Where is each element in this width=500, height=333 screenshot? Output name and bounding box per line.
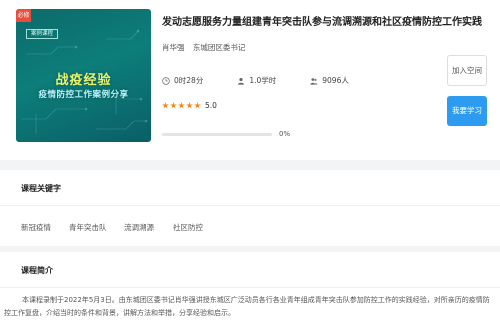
thumbnail-subtitle: 疫情防控工作案例分享 (38, 90, 129, 100)
teacher-info: 肖华强 东城团区委书记 (162, 42, 251, 53)
user-icon (238, 77, 245, 85)
required-corner-label: 必修 (16, 9, 31, 22)
star-icon (170, 102, 177, 109)
star-icon (186, 102, 193, 109)
keyword-tag[interactable]: 社区防控 (173, 222, 203, 233)
star-icon (178, 102, 185, 109)
course-title: 发动志愿服务力量组建青年突击队参与流调溯源和社区疫情防控工作实践 (162, 17, 482, 28)
people-icon (310, 77, 318, 85)
case-course-badge: 案例课程 (26, 29, 58, 39)
credits-value: 1.0学时 (249, 76, 277, 85)
keywords-header: 课程关键字 (0, 170, 500, 206)
progress-bar (162, 133, 272, 136)
progress-percent: 0% (279, 130, 291, 138)
duration-value: 0时28分 (174, 76, 204, 85)
learners-stat: 9096人 (310, 75, 349, 86)
course-thumbnail[interactable]: 必修 案例课程 战疫经验 疫情防控工作案例分享 (16, 9, 151, 142)
intro-title: 课程简介 (21, 266, 53, 275)
teacher-org: 东城团区委书记 (192, 43, 246, 52)
learners-value: 9096人 (322, 76, 349, 85)
credits-stat: 1.0学时 (237, 75, 276, 86)
teacher-name[interactable]: 肖华强 (162, 43, 185, 52)
duration-stat: 0时28分 (162, 75, 203, 86)
keywords-list: 新冠疫情 青年突击队 流调溯源 社区防控 (0, 206, 500, 246)
keywords-title: 课程关键字 (21, 184, 61, 193)
keyword-tag[interactable]: 青年突击队 (69, 222, 107, 233)
rating-score: 5.0 (205, 101, 217, 110)
intro-text: 本课程录制于2022年5月3日。由东城团区委书记肖华强讲授东城区广泛动员各行各业… (4, 296, 490, 317)
course-header-card: 必修 案例课程 战疫经验 疫情防控工作案例分享 发动志愿服务力量组建青年突击队参… (0, 0, 500, 160)
intro-body: 本课程录制于2022年5月3日。由东城团区委书记肖华强讲授东城区广泛动员各行各业… (0, 288, 500, 333)
course-stats: 0时28分 1.0学时 9096人 (162, 75, 383, 86)
star-icon (162, 102, 169, 109)
add-to-space-button[interactable]: 加入空间 (447, 55, 487, 86)
keyword-tag[interactable]: 新冠疫情 (21, 222, 51, 233)
clock-icon (162, 76, 170, 85)
keyword-tag[interactable]: 流调溯源 (124, 222, 154, 233)
star-icon (194, 102, 201, 109)
start-learning-button[interactable]: 我要学习 (447, 96, 487, 126)
intro-header: 课程简介 (0, 252, 500, 288)
course-rating: 5.0 (162, 101, 217, 110)
thumbnail-title: 战疫经验 (55, 73, 112, 88)
